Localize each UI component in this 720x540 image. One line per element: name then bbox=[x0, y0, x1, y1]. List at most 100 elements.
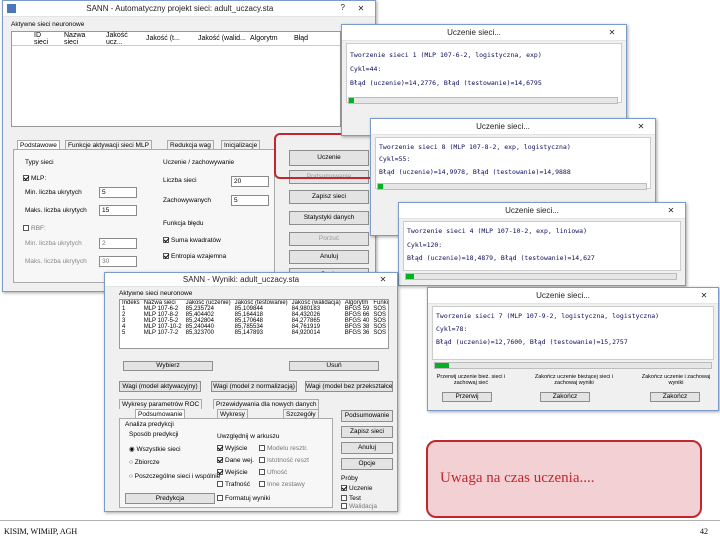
rbf-min-label: Min. liczba ukrytych bbox=[25, 240, 82, 247]
tab-roc[interactable]: Wykresy parametrów ROC bbox=[119, 399, 203, 409]
dialog1-title: Uczenie sieci... bbox=[447, 28, 501, 37]
rbf-min-input[interactable]: 2 bbox=[99, 238, 137, 249]
dialog4-finish-button[interactable]: Zakończ bbox=[540, 392, 590, 402]
predict-sub-label: Sposób predykcji bbox=[129, 431, 179, 438]
col-name[interactable]: Nazwa sieci bbox=[42, 32, 94, 46]
out-format-cb[interactable]: Formatuj wyniki bbox=[217, 495, 270, 502]
col-test-q[interactable]: Jakość (t... bbox=[146, 35, 198, 42]
dialog4-title: Uczenie sieci... bbox=[536, 291, 590, 300]
active-nets-label: Aktywne sieci neuronowe bbox=[11, 21, 85, 28]
keep-count-input[interactable]: 5 bbox=[231, 195, 269, 206]
table-row[interactable]: 5 MLP 107-7-2 85,323700 85,147893 84,920014 B… bbox=[120, 330, 388, 336]
weights-button-3[interactable]: Wagi (model bez przekształcenia) bbox=[305, 381, 393, 392]
train-dialog-3: Uczenie sieci... ✕ Tworzenie sieci 4 (MLP… bbox=[398, 202, 686, 286]
dialog2-close-icon[interactable]: ✕ bbox=[631, 121, 651, 133]
types-label: Typy sieci bbox=[25, 159, 54, 166]
cancel-button[interactable]: Anuluj bbox=[289, 250, 369, 264]
results-cancel-button[interactable]: Anuluj bbox=[341, 442, 393, 454]
back-button[interactable]: Porzuć bbox=[289, 232, 369, 246]
dialog4-close-button[interactable]: ✕ bbox=[694, 290, 714, 302]
dialog3-progress bbox=[405, 273, 677, 280]
dialog1-error-line: Błąd (uczenie)=14,2776, Błąd (testowanie… bbox=[350, 79, 542, 87]
dialog1-close-icon[interactable]: ✕ bbox=[602, 27, 622, 39]
deselect-button[interactable]: Usuń bbox=[289, 361, 379, 371]
dialog2-net-line: Tworzenie sieci 8 (MLP 107-8-2, exp, log… bbox=[379, 143, 571, 151]
predict-button[interactable]: Predykcja bbox=[125, 493, 215, 504]
train-count-label: Liczba sieci bbox=[163, 177, 197, 184]
table-cell: 5 bbox=[122, 330, 126, 336]
min-hidden-input[interactable]: 5 bbox=[99, 187, 137, 198]
dialog4-cycle-line: Cykl=78: bbox=[436, 325, 468, 333]
training-group-label: Uczenie / zachowywanie bbox=[163, 159, 235, 166]
radio-ensemble[interactable]: ○ Zbiorcze bbox=[129, 459, 160, 466]
table-cell: 85,323700 bbox=[185, 330, 214, 336]
sample-test-cb[interactable]: Test bbox=[341, 495, 361, 502]
dialog4-error-line: Błąd (uczenie)=12,7600, Błąd (testowanie… bbox=[436, 338, 628, 346]
results-summary-button[interactable]: Podsumowanie bbox=[341, 410, 393, 422]
col-val-q[interactable]: Jakość (walid... bbox=[198, 35, 250, 42]
train-count-input[interactable]: 20 bbox=[231, 176, 269, 187]
out-accuracy-cb[interactable]: Trafność bbox=[217, 481, 250, 488]
col-train-q[interactable]: Jakość ucz... bbox=[94, 32, 146, 46]
out-inputs-cb[interactable]: Dane wej. bbox=[217, 457, 254, 464]
save-nets-button[interactable]: Zapisz sieci bbox=[289, 190, 369, 204]
results-section-label: Aktywne sieci neuronowe bbox=[119, 290, 193, 297]
radio-each[interactable]: ○ Poszczególne sieci i wspólnie bbox=[129, 473, 220, 480]
outputs-group-label: Uwzględnij w arkuszu bbox=[217, 433, 280, 440]
app-icon bbox=[7, 4, 16, 13]
results-table[interactable]: Indeks Nazwa sieci Jakość (uczenie) Jakość … bbox=[119, 299, 389, 349]
footer-rule bbox=[0, 520, 720, 521]
dialog4-stop-button[interactable]: Przerwij bbox=[442, 392, 492, 402]
rbf-max-input[interactable]: 30 bbox=[99, 256, 137, 267]
sample-val-cb[interactable]: Walidacja bbox=[341, 503, 377, 510]
out-confidence-cb[interactable]: Ufność bbox=[259, 469, 287, 476]
weights-button-2[interactable]: Wagi (model z normalizacją) bbox=[211, 381, 297, 392]
out-residual-cb[interactable]: Modelu resztr. bbox=[259, 445, 308, 452]
results-save-button[interactable]: Zapisz sieci bbox=[341, 426, 393, 438]
error-func-label: Funkcja błędu bbox=[163, 220, 204, 227]
mlp-checkbox[interactable]: MLP: bbox=[23, 175, 46, 182]
dialog2-title: Uczenie sieci... bbox=[476, 122, 530, 131]
col-id[interactable]: ID sieci bbox=[12, 32, 48, 46]
results-options-button[interactable]: Opcje bbox=[341, 458, 393, 470]
weights-button-1[interactable]: Wagi (model aktywacyjny) bbox=[119, 381, 201, 392]
page-number: 42 bbox=[700, 527, 708, 536]
highlight-box bbox=[274, 133, 380, 179]
note-box: Uwaga na czas uczenia.... bbox=[426, 440, 702, 518]
dialog3-net-line: Tworzenie sieci 4 (MLP 107-10-2, exp, li… bbox=[407, 227, 588, 235]
tab-predict-new[interactable]: Przewidywania dla nowych danych bbox=[213, 399, 320, 409]
select-all-button[interactable]: Wybierz bbox=[123, 361, 213, 371]
results-title: SANN - Wyniki: adult_uczacy.sta bbox=[182, 275, 300, 284]
out-other-cb[interactable]: Inne zestawy bbox=[259, 481, 305, 488]
close-button[interactable]: ✕ bbox=[351, 3, 371, 15]
help-button[interactable]: ? bbox=[341, 3, 345, 15]
col-error[interactable]: Błąd bbox=[294, 35, 324, 42]
out-significance-cb[interactable]: Istotność reszt bbox=[259, 457, 309, 464]
rbf-max-label: Maks. liczba ukrytych bbox=[25, 258, 87, 265]
results-close-icon[interactable]: ✕ bbox=[373, 274, 393, 286]
main-titlebar: SANN - Automatyczny projekt sieci: adult… bbox=[3, 1, 375, 17]
table-cell: MLP 107-7-2 bbox=[143, 330, 179, 336]
dialog4-stop-current-text: Zakończ uczenie bieżącej sieci i zachowa… bbox=[534, 374, 614, 386]
max-hidden-input[interactable]: 15 bbox=[99, 205, 137, 216]
dialog4-net-line: Tworzenie sieci 7 (MLP 107-9-2, logistyc… bbox=[436, 312, 660, 320]
sample-train-cb[interactable]: Uczenie bbox=[341, 485, 372, 492]
out-input-cb[interactable]: Wejście bbox=[217, 469, 248, 476]
dialog3-error-line: Błąd (uczenie)=18,4879, Błąd (testowanie… bbox=[407, 254, 595, 262]
main-title: SANN - Automatyczny projekt sieci: adult… bbox=[86, 4, 274, 13]
footer-left: KISIM, WIMiIP, AGH bbox=[4, 527, 78, 536]
rbf-checkbox[interactable]: RBF: bbox=[23, 225, 46, 232]
entropy-checkbox[interactable]: Entropia wzajemna bbox=[163, 253, 226, 260]
table-cell: 85,147893 bbox=[234, 330, 264, 336]
sum-squares-checkbox[interactable]: Suma kwadratów bbox=[163, 237, 221, 244]
dialog1-net-line: Tworzenie sieci 1 (MLP 107-6-2, logistyc… bbox=[350, 51, 542, 59]
train-dialog-4: Uczenie sieci... ✕ Tworzenie sieci 7 (MLP… bbox=[427, 287, 719, 411]
col-algo[interactable]: Algorytm bbox=[250, 35, 294, 42]
stats-button[interactable]: Statystyki danych bbox=[289, 211, 369, 225]
nets-table[interactable]: ID sieci Nazwa sieci Jakość ucz... Jakoś… bbox=[11, 31, 341, 127]
dialog3-close-icon[interactable]: ✕ bbox=[661, 205, 681, 217]
max-hidden-label: Maks. liczba ukrytych bbox=[25, 207, 87, 214]
radio-all-nets[interactable]: ◉ Wszystkie sieci bbox=[129, 445, 181, 453]
out-output-cb[interactable]: Wyjście bbox=[217, 445, 247, 452]
dialog4-finish-all-button[interactable]: Zakończ bbox=[650, 392, 700, 402]
